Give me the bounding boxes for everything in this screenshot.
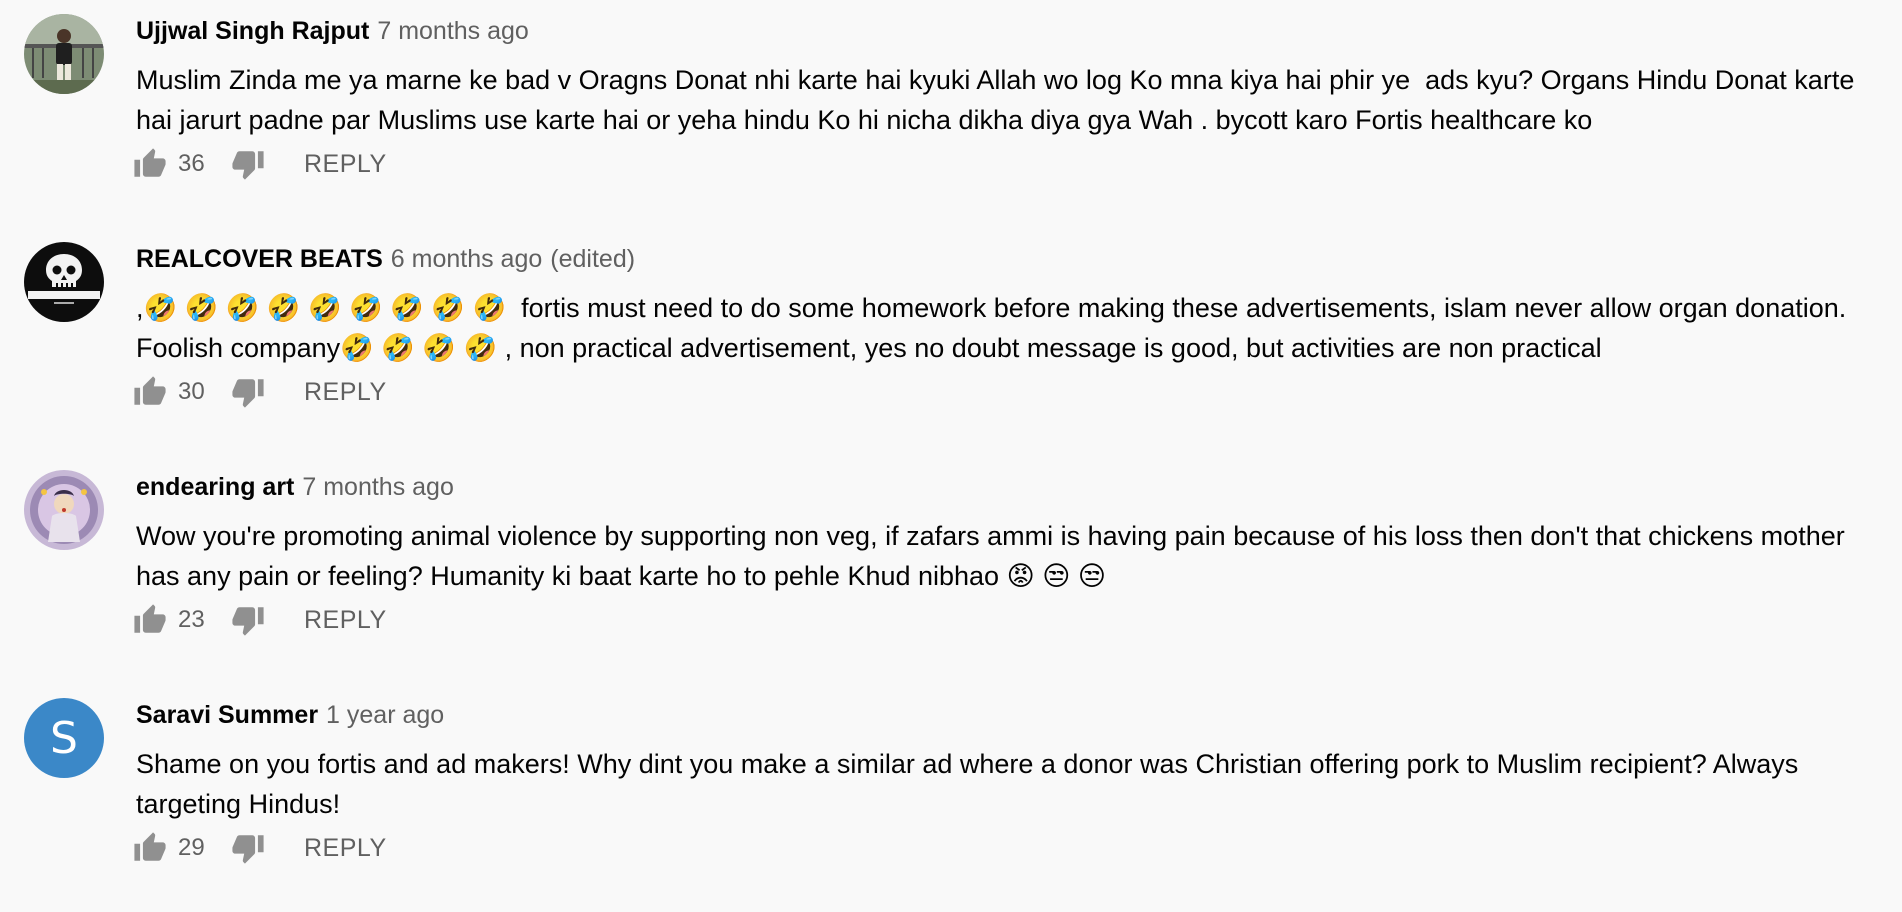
comment-timestamp[interactable]: 6 months ago [391,245,543,273]
reply-button[interactable]: REPLY [304,606,387,635]
comment-text: ,🤣 🤣 🤣 🤣 🤣 🤣 🤣 🤣 🤣 fortis must need to d… [136,293,1854,363]
thumbs-up-icon [134,832,166,861]
comment-action-bar: 29 REPLY [134,828,387,868]
comment-author[interactable]: REALCOVER BEATS [136,245,383,273]
comment-list: Ujjwal Singh Rajput 7 months ago Muslim Z… [0,0,1902,894]
avatar[interactable] [24,242,104,322]
comment-author[interactable]: Ujjwal Singh Rajput [136,17,369,45]
dislike-button[interactable] [228,828,268,868]
like-button[interactable] [130,144,170,184]
comment-text: Muslim Zinda me ya marne ke bad v Oragns… [136,65,1862,135]
dislike-button[interactable] [228,372,268,412]
edited-label: (edited) [550,245,636,273]
like-count: 30 [178,378,205,405]
comment-thread: S Saravi Summer 1 year ago Shame on you f… [0,684,1902,912]
avatar-photo-icon [24,470,104,550]
avatar[interactable] [24,14,104,94]
comment-action-bar: 30 REPLY [134,372,387,412]
thumbs-down-icon [232,379,264,408]
like-button[interactable] [130,372,170,412]
comment-thread: Ujjwal Singh Rajput 7 months ago Muslim Z… [0,0,1902,228]
comment-thread: endearing art 7 months ago Wow you're pro… [0,456,1902,684]
skull-logo-icon [24,242,104,322]
comment-action-bar: 36 REPLY [134,144,387,184]
thumbs-down-icon [232,607,264,636]
reply-button[interactable]: REPLY [304,150,387,179]
comment-action-bar: 23 REPLY [134,600,387,640]
comment-timestamp[interactable]: 7 months ago [302,473,454,501]
comment-thread: REALCOVER BEATS 6 months ago (edited) ,🤣 🤣… [0,228,1902,456]
thumbs-up-icon [134,376,166,405]
avatar[interactable] [24,470,104,550]
comment-author[interactable]: Saravi Summer [136,701,318,729]
dislike-button[interactable] [228,144,268,184]
like-button[interactable] [130,828,170,868]
comment-timestamp[interactable]: 1 year ago [326,701,444,729]
thumbs-up-icon [134,604,166,633]
avatar-photo-icon [24,14,104,94]
avatar[interactable]: S [24,698,104,778]
like-count: 36 [178,150,205,177]
like-count: 29 [178,834,205,861]
comment-text: Shame on you fortis and ad makers! Why d… [136,749,1806,819]
like-button[interactable] [130,600,170,640]
reply-button[interactable]: REPLY [304,834,387,863]
comment-timestamp[interactable]: 7 months ago [377,17,529,45]
thumbs-up-icon [134,148,166,177]
comment-text: Wow you're promoting animal violence by … [136,521,1853,591]
thumbs-down-icon [232,151,264,180]
reply-button[interactable]: REPLY [304,378,387,407]
like-count: 23 [178,606,205,633]
comment-author[interactable]: endearing art [136,473,294,501]
thumbs-down-icon [232,835,264,864]
dislike-button[interactable] [228,600,268,640]
